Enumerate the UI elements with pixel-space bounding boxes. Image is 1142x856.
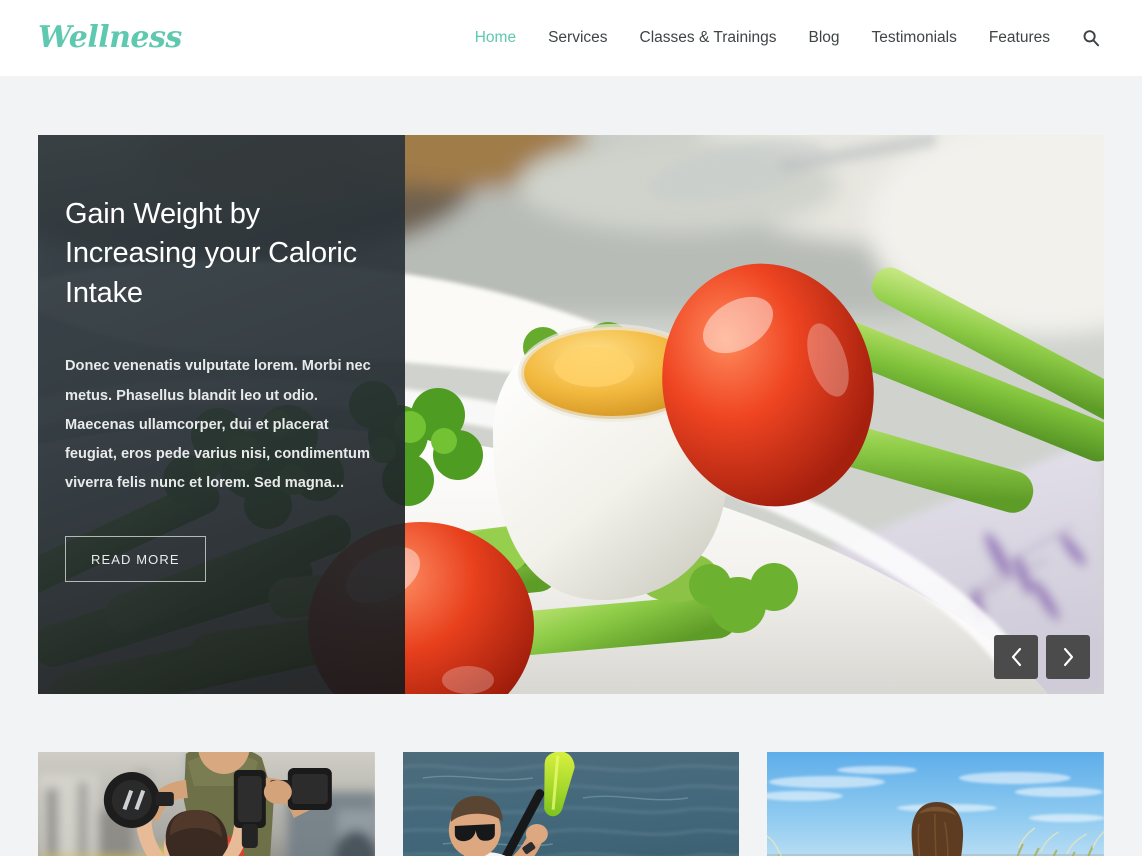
site-header: Wellness Home Services Classes & Trainin…	[0, 0, 1142, 76]
slide-description: Donec venenatis vulputate lorem. Morbi n…	[65, 358, 371, 492]
nav-item-blog[interactable]: Blog	[793, 30, 856, 46]
slider-next-button[interactable]	[1046, 635, 1090, 679]
nav-item-testimonials[interactable]: Testimonials	[856, 30, 973, 46]
slide-title: Gain Weight by Increasing your Caloric I…	[65, 198, 357, 309]
chevron-right-icon	[1063, 647, 1073, 667]
site-logo[interactable]: Wellness	[38, 23, 182, 53]
slide-text-panel: Gain Weight by Increasing your Caloric I…	[38, 135, 405, 694]
nav-item-features[interactable]: Features	[973, 30, 1066, 46]
slider-navigation	[994, 635, 1090, 679]
feature-card-kayak[interactable]	[402, 752, 740, 856]
main-navigation: Home Services Classes & Trainings Blog T…	[459, 25, 1112, 51]
nav-item-classes[interactable]: Classes & Trainings	[624, 30, 793, 46]
nav-item-home[interactable]: Home	[459, 30, 532, 46]
read-more-button[interactable]: READ MORE	[65, 536, 206, 583]
chevron-left-icon	[1011, 647, 1021, 667]
nav-item-services[interactable]: Services	[532, 30, 623, 46]
feature-card-gym[interactable]	[38, 752, 375, 856]
feature-cards-row	[38, 752, 1105, 856]
feature-card-beach[interactable]	[767, 752, 1105, 856]
search-icon[interactable]	[1078, 25, 1104, 51]
slider-prev-button[interactable]	[994, 635, 1038, 679]
hero-slider: Gain Weight by Increasing your Caloric I…	[38, 135, 1104, 694]
